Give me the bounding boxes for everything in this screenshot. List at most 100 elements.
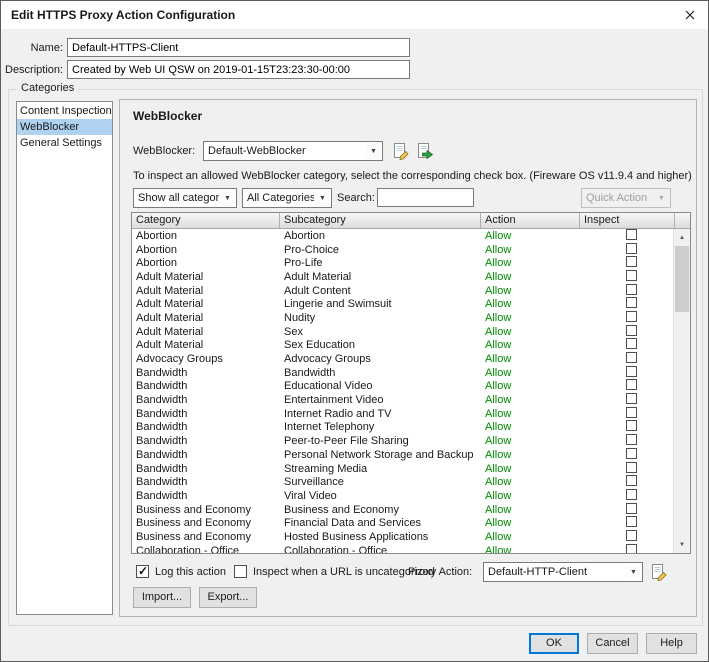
categories-list: Content Inspection WebBlocker General Se… [16, 101, 113, 615]
name-input[interactable] [67, 38, 410, 57]
table-row: Bandwidth Internet Radio and TV Allow [132, 406, 673, 421]
show-categories-filter[interactable]: Show all categories ▼ [133, 188, 237, 208]
scrollbar-thumb[interactable] [675, 246, 689, 312]
inspect-checkbox[interactable] [626, 256, 637, 268]
inspect-checkbox[interactable] [626, 393, 637, 405]
table-row: Adult Material Sex Allow [132, 324, 673, 339]
table-row: Abortion Pro-Choice Allow [132, 242, 673, 257]
inspect-checkbox[interactable] [626, 420, 637, 432]
inspect-checkbox[interactable] [626, 406, 637, 418]
cell-action: Allow [485, 298, 512, 311]
cell-inspect [580, 543, 669, 553]
cell-subcategory: Surveillance [284, 476, 344, 489]
arrow-up-icon[interactable]: ▲ [674, 229, 690, 246]
inspect-checkbox[interactable] [626, 297, 637, 309]
inspect-checkbox[interactable] [626, 434, 637, 446]
cell-inspect [580, 529, 669, 544]
cell-category: Business and Economy [136, 503, 251, 516]
proxy-action-combo[interactable]: Default-HTTP-Client ▼ [483, 562, 643, 582]
chevron-down-icon: ▼ [315, 190, 330, 206]
cell-inspect [580, 338, 669, 352]
inspect-checkbox[interactable] [626, 310, 637, 322]
cell-action: Allow [485, 270, 512, 283]
description-input[interactable] [67, 60, 410, 79]
help-button[interactable]: Help [646, 633, 697, 654]
category-filter[interactable]: All Categories ▼ [242, 188, 332, 208]
inspect-checkbox[interactable] [626, 324, 637, 336]
chevron-down-icon: ▼ [366, 143, 381, 159]
edit-proxy-action-button[interactable] [649, 562, 669, 582]
inspect-checkbox[interactable] [626, 516, 637, 528]
import-button[interactable]: Import... [133, 587, 191, 608]
column-header-category[interactable]: Category [132, 213, 280, 228]
inspect-checkbox[interactable] [626, 269, 637, 281]
webblocker-selector-combo[interactable]: Default-WebBlocker ▼ [203, 141, 383, 161]
search-input[interactable] [377, 188, 474, 207]
edit-webblocker-button[interactable] [391, 141, 411, 161]
cell-action: Allow [485, 394, 512, 407]
column-header-subcategory[interactable]: Subcategory [280, 213, 481, 228]
log-action-label[interactable]: Log this action [155, 566, 226, 578]
sidebar-item-general-settings[interactable]: General Settings [17, 135, 112, 151]
inspect-checkbox[interactable] [626, 229, 637, 240]
table-row: Bandwidth Educational Video Allow [132, 379, 673, 394]
inspect-uncategorized-checkbox[interactable] [234, 565, 247, 578]
cell-inspect [580, 229, 669, 243]
inspect-checkbox[interactable] [626, 379, 637, 391]
arrow-down-icon[interactable]: ▼ [674, 536, 690, 553]
inspect-checkbox[interactable] [626, 475, 637, 487]
inspect-checkbox[interactable] [626, 338, 637, 350]
cell-subcategory: Hosted Business Applications [284, 530, 429, 543]
cell-category: Business and Economy [136, 517, 251, 530]
cell-inspect [580, 475, 669, 489]
inspect-checkbox[interactable] [626, 352, 637, 364]
table-row: Abortion Abortion Allow [132, 229, 673, 243]
inspect-checkbox[interactable] [626, 242, 637, 254]
export-button[interactable]: Export... [199, 587, 257, 608]
table-row: Bandwidth Entertainment Video Allow [132, 393, 673, 407]
column-header-inspect[interactable]: Inspect [580, 213, 675, 228]
proxy-action-value: Default-HTTP-Client [488, 566, 588, 578]
cell-action: Allow [485, 366, 512, 379]
cell-subcategory: Pro-Choice [284, 243, 340, 256]
cell-inspect [580, 393, 669, 407]
inspect-checkbox[interactable] [626, 543, 637, 553]
inspect-checkbox[interactable] [626, 488, 637, 500]
view-webblocker-button[interactable] [415, 141, 435, 161]
cell-subcategory: Financial Data and Services [284, 517, 421, 530]
cell-inspect [580, 256, 669, 270]
vertical-scrollbar[interactable]: ▲ ▼ [673, 229, 690, 553]
cell-subcategory: Business and Economy [284, 503, 399, 516]
chevron-down-icon: ▼ [220, 190, 235, 206]
quick-action-dropdown[interactable]: Quick Action ▼ [581, 188, 671, 208]
inspect-checkbox[interactable] [626, 447, 637, 459]
cancel-button[interactable]: Cancel [587, 633, 638, 654]
inspect-checkbox[interactable] [626, 461, 637, 473]
log-action-checkbox[interactable] [136, 564, 149, 578]
table-row: Adult Material Nudity Allow [132, 310, 673, 325]
sidebar-item-webblocker[interactable]: WebBlocker [17, 119, 112, 135]
inspect-checkbox[interactable] [626, 283, 637, 295]
cell-inspect [580, 461, 669, 476]
cell-action: Allow [485, 284, 512, 297]
sidebar-item-content-inspection[interactable]: Content Inspection [17, 103, 112, 119]
cell-category: Bandwidth [136, 421, 188, 434]
ok-button[interactable]: OK [529, 633, 579, 654]
cell-subcategory: Bandwidth [284, 366, 336, 379]
inspect-checkbox[interactable] [626, 529, 637, 541]
inspect-checkbox[interactable] [626, 502, 637, 514]
cell-category: Abortion [136, 229, 177, 242]
cell-action: Allow [485, 229, 512, 242]
close-button[interactable] [672, 1, 708, 29]
cell-category: Bandwidth [136, 448, 188, 461]
table-row: Adult Material Adult Material Allow [132, 269, 673, 284]
table-row: Business and Economy Financial Data and S… [132, 516, 673, 530]
category-table-body: Abortion Abortion Allow Abortion Pro-Choice A… [132, 229, 673, 553]
column-header-action[interactable]: Action [481, 213, 580, 228]
instruction-text: To inspect an allowed WebBlocker categor… [133, 170, 692, 182]
window-title: Edit HTTPS Proxy Action Configuration [11, 8, 236, 22]
table-row: Adult Material Sex Education Allow [132, 338, 673, 353]
cell-subcategory: Collaboration - Office [284, 544, 388, 553]
inspect-checkbox[interactable] [626, 365, 637, 377]
cell-subcategory: Peer-to-Peer File Sharing [284, 435, 409, 448]
